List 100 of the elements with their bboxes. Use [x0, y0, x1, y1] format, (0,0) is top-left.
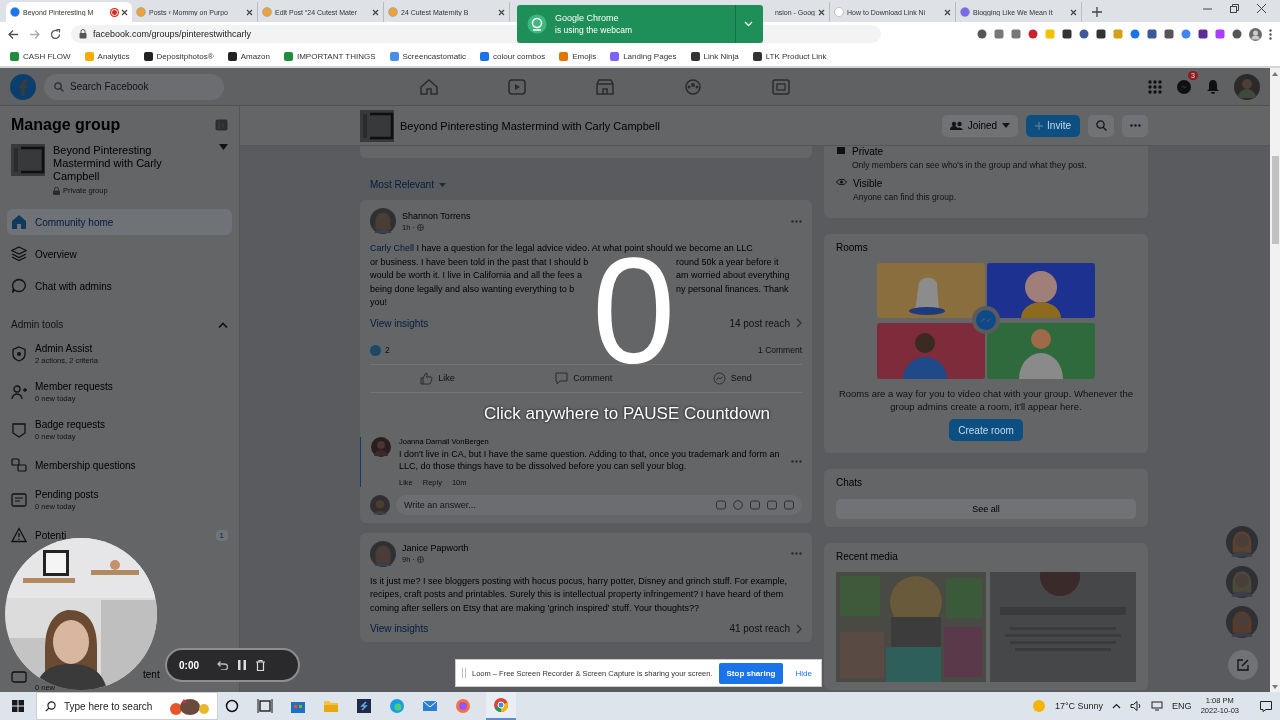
undo-icon[interactable]: [217, 660, 228, 670]
more-button[interactable]: [1122, 114, 1148, 137]
search-field[interactable]: Type here to search: [36, 692, 218, 720]
bookmark[interactable]: Landing Pages: [610, 51, 677, 61]
admin-tool-item[interactable]: Membership questions: [35, 459, 136, 471]
scroll-up-icon[interactable]: [1272, 72, 1278, 76]
app-icon[interactable]: [356, 698, 372, 714]
video-icon[interactable]: [508, 78, 526, 95]
bookmark[interactable]: Link Ninja: [690, 51, 739, 61]
sticker-icon[interactable]: [784, 499, 794, 510]
forward-icon[interactable]: [29, 28, 40, 40]
sidebar-item[interactable]: Chat with admins: [7, 273, 232, 299]
post-action-button[interactable]: Like: [414, 370, 461, 386]
bookmark[interactable]: LTK Product Link: [752, 51, 827, 61]
create-room-button[interactable]: Create room: [949, 419, 1023, 441]
close-icon[interactable]: [246, 8, 253, 16]
restore-icon[interactable]: [1230, 4, 1239, 13]
profile-avatar-icon[interactable]: [1249, 27, 1262, 41]
new-tab-icon[interactable]: [1092, 7, 1102, 17]
apps-menu-icon[interactable]: [1148, 79, 1162, 94]
chevron-down-icon[interactable]: [744, 21, 753, 27]
windows-start-icon[interactable]: [12, 700, 24, 712]
speaker-icon[interactable]: [1130, 701, 1143, 711]
view-insights-link[interactable]: View insights: [370, 623, 429, 634]
close-icon[interactable]: [372, 8, 379, 16]
bookmark[interactable]: IMPORTANT THINGS: [284, 51, 376, 61]
avatar[interactable]: [1226, 526, 1258, 558]
admin-tool-item[interactable]: Admin Assist: [35, 343, 93, 354]
more-icon[interactable]: [791, 552, 802, 555]
sidebar-item[interactable]: Community home: [7, 209, 232, 235]
admin-tool-item[interactable]: Member requests: [35, 381, 113, 392]
facebook-logo-icon[interactable]: [10, 73, 36, 100]
notification-icon[interactable]: [1260, 700, 1272, 712]
group-thumbnail[interactable]: [360, 109, 394, 142]
close-icon[interactable]: [1070, 8, 1077, 16]
weather-text[interactable]: 17°C Sunny: [1054, 701, 1104, 711]
menu-icon[interactable]: [1269, 28, 1272, 40]
chrome-icon[interactable]: [493, 697, 509, 713]
search-field[interactable]: Search Facebook: [44, 73, 224, 100]
hide-button[interactable]: Hide: [789, 667, 818, 679]
invite-button[interactable]: Invite: [1026, 114, 1080, 137]
admin-tool-item[interactable]: Pending posts: [35, 489, 99, 500]
post-reach[interactable]: 41 post reach: [729, 623, 790, 634]
trash-icon[interactable]: [256, 659, 265, 671]
bell-icon[interactable]: [1206, 78, 1220, 95]
admin-tool-item[interactable]: Badge requests: [35, 419, 106, 430]
home-icon[interactable]: [420, 78, 438, 95]
avatar[interactable]: [1226, 606, 1258, 638]
reaction-count[interactable]: 2: [385, 345, 390, 355]
compose-button[interactable]: [1228, 650, 1258, 680]
back-icon[interactable]: [8, 28, 19, 40]
more-icon[interactable]: [791, 219, 802, 223]
close-icon[interactable]: [1257, 4, 1266, 13]
task-view-icon[interactable]: [257, 698, 273, 714]
marketplace-icon[interactable]: [596, 78, 614, 95]
sidebar-item[interactable]: Overview: [7, 241, 232, 267]
more-icon[interactable]: [791, 460, 802, 463]
messenger-icon[interactable]: [1176, 78, 1192, 95]
scroll-down-icon[interactable]: [1272, 685, 1278, 689]
avatar[interactable]: [371, 436, 391, 457]
close-icon[interactable]: [498, 8, 505, 16]
avatar[interactable]: [1234, 73, 1260, 100]
close-icon[interactable]: [944, 8, 951, 16]
language-indicator[interactable]: ENG: [1172, 701, 1192, 711]
post-reach[interactable]: 14 post reach: [729, 317, 790, 329]
emoji-icon[interactable]: [733, 499, 743, 510]
chevron-up-icon[interactable]: [1112, 703, 1122, 709]
stop-sharing-button[interactable]: Stop sharing: [718, 662, 784, 684]
admin-tool-item[interactable]: tent: [143, 669, 160, 680]
avatar[interactable]: [1226, 566, 1258, 598]
sort-dropdown[interactable]: Most Relevant: [370, 179, 434, 190]
group-name[interactable]: Beyond Pinteresting Mastermind with Carly Campbell: [53, 144, 211, 183]
scrollbar-thumb[interactable]: [1271, 156, 1279, 244]
avatar-sticker-icon[interactable]: [716, 499, 726, 510]
caret-icon[interactable]: [438, 182, 446, 187]
bookmark[interactable]: CASH FLOW: [10, 51, 71, 61]
bookmark[interactable]: Screencastomatic: [389, 51, 467, 61]
chevron-right-icon[interactable]: [796, 623, 802, 634]
author-name[interactable]: Shannon Torrens: [402, 210, 471, 221]
caret-icon[interactable]: [219, 144, 228, 150]
gaming-icon[interactable]: [772, 78, 790, 95]
comment-input[interactable]: Write an answer...: [396, 494, 802, 515]
reload-icon[interactable]: [50, 28, 61, 40]
see-all-button[interactable]: See all: [836, 499, 1136, 519]
groups-icon[interactable]: [684, 78, 702, 95]
group-thumbnail[interactable]: [11, 144, 45, 176]
close-icon[interactable]: [121, 8, 128, 16]
pause-icon[interactable]: [238, 660, 246, 670]
mention-link[interactable]: Carly Chell: [370, 243, 414, 253]
comment-count[interactable]: 1 Comment: [758, 345, 802, 355]
chevron-right-icon[interactable]: [796, 318, 802, 328]
cortana-icon[interactable]: [224, 698, 240, 714]
drag-handle-icon[interactable]: [462, 668, 466, 678]
bookmark[interactable]: Analytics: [84, 51, 130, 61]
firefox-icon[interactable]: [455, 698, 471, 714]
admin-tool-item[interactable]: Potenti: [35, 529, 67, 541]
close-icon[interactable]: [818, 8, 825, 16]
bookmark[interactable]: Depositphotos®: [143, 51, 214, 61]
joined-button[interactable]: Joined: [941, 114, 1019, 137]
post-action-button[interactable]: Comment: [549, 370, 619, 386]
